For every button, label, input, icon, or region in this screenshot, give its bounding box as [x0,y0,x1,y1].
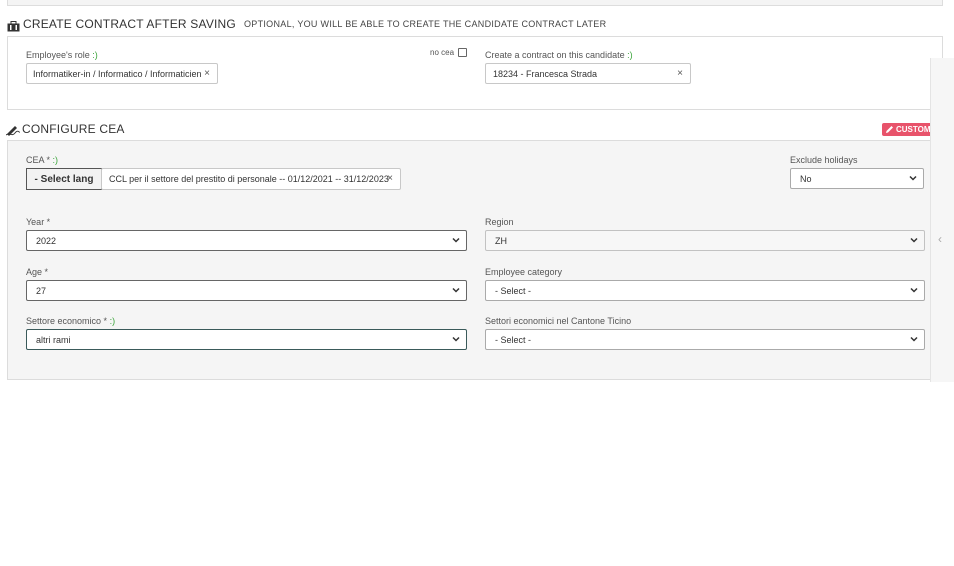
chevron-down-icon [452,287,460,293]
chevron-down-icon [452,237,460,243]
employee-role-label: Employee's role :) [26,50,98,60]
candidate-field[interactable]: 18234 - Francesca Strada × [485,63,691,84]
sidebar-collapse-arrow[interactable]: ‹ [938,232,942,246]
exclude-holidays-value: No [800,173,812,184]
pencil-icon [885,125,894,134]
cea-value: CCL per il settore del prestito di perso… [109,174,389,184]
select-lang-button[interactable]: - Select lang [26,168,102,190]
briefcase-icon [7,19,20,31]
candidate-value: 18234 - Francesca Strada [493,68,598,79]
chevron-down-icon [910,336,918,342]
contract-section-header: CREATE CONTRACT AFTER SAVING OPTIONAL, Y… [7,11,606,37]
no-cea-label: no cea [430,48,455,57]
settori-ticino-select[interactable]: - Select - [485,329,925,350]
cea-field[interactable]: CCL per il settore del prestito di perso… [101,168,401,190]
settore-label: Settore economico * :) [26,316,116,326]
exclude-holidays-select[interactable]: No [790,168,924,189]
employee-role-value: Informatiker-in / Informatico / Informat… [33,68,202,79]
close-icon[interactable]: × [204,68,210,79]
year-select[interactable]: 2022 [26,230,467,251]
signature-icon [5,123,21,136]
contract-panel: Employee's role :) Informatiker-in / Inf… [7,36,943,110]
chevron-down-icon [909,175,917,181]
contract-section-title: CREATE CONTRACT AFTER SAVING [23,17,236,31]
chevron-down-icon [910,287,918,293]
close-icon[interactable]: × [387,173,393,184]
region-select[interactable]: ZH [485,230,925,251]
top-panel-edge [7,0,943,6]
no-cea-checkbox[interactable] [458,48,467,57]
employee-category-select[interactable]: - Select - [485,280,925,301]
chevron-down-icon [910,237,918,243]
employee-role-field[interactable]: Informatiker-in / Informatico / Informat… [26,63,218,84]
age-value: 27 [36,285,47,296]
sidebar-collapsed[interactable] [930,58,954,382]
contract-section-subtitle: OPTIONAL, YOU WILL BE ABLE TO CREATE THE… [243,19,607,29]
chevron-down-icon [452,336,460,342]
candidate-label: Create a contract on this candidate :) [485,50,633,60]
age-label: Age * [26,267,49,277]
settore-select[interactable]: altri rami [26,329,467,350]
year-value: 2022 [36,235,57,246]
page: CREATE CONTRACT AFTER SAVING OPTIONAL, Y… [0,0,954,566]
settori-ticino-value: - Select - [495,334,532,345]
close-icon[interactable]: × [677,68,683,79]
cea-label: CEA * :) [26,155,59,165]
cea-section-header: CONFIGURE CEA [5,116,125,142]
age-select[interactable]: 27 [26,280,467,301]
region-value: ZH [495,235,507,246]
employee-category-label: Employee category [485,267,563,277]
region-label: Region [485,217,514,227]
cea-panel: CEA * :) - Select lang CCL per il settor… [7,140,943,380]
settori-ticino-label: Settori economici nel Cantone Ticino [485,316,632,326]
cea-section-title: CONFIGURE CEA [22,122,125,136]
settore-value: altri rami [36,334,71,345]
exclude-holidays-label: Exclude holidays [790,155,858,165]
year-label: Year * [26,217,51,227]
employee-category-value: - Select - [495,285,532,296]
